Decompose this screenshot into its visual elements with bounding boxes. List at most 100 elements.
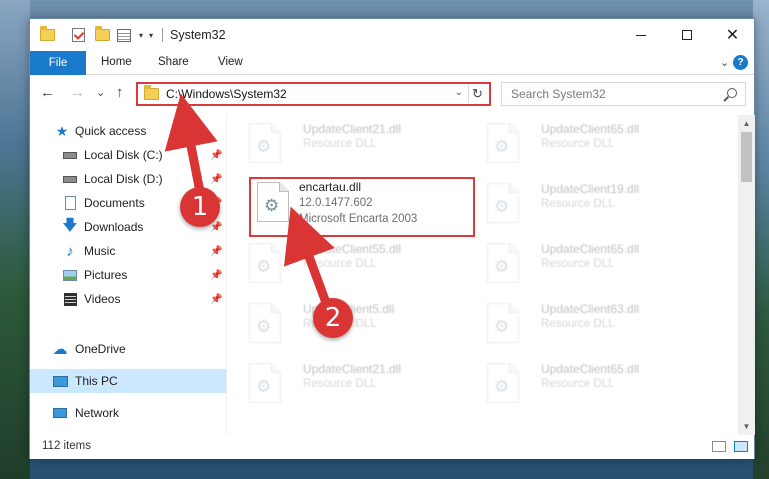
tiles-view-icon[interactable] xyxy=(734,441,748,452)
sidebar-item-label: Videos xyxy=(84,292,121,306)
sidebar-item-videos[interactable]: Videos 📌 xyxy=(30,287,226,311)
sidebar-item-label: Network xyxy=(75,406,120,420)
sidebar-item-pictures[interactable]: Pictures 📌 xyxy=(30,263,226,287)
file-tile-encartau-dll[interactable]: ⚙ encartau.dll 12.0.1477.602 Microsoft E… xyxy=(249,177,475,237)
navigation-pane: ★ Quick access Local Disk (C:) 📌 Local D… xyxy=(30,115,226,435)
refresh-button[interactable]: ↻ xyxy=(468,85,486,103)
file-type: Resource DLL xyxy=(303,258,377,270)
sidebar-item-label: Music xyxy=(84,244,116,258)
file-tile[interactable]: ⚙ UpdateClient55.dll Resource DLL xyxy=(231,239,461,295)
file-explorer-window: ▾ ▾ System32 ✕ File Home Share View ⌄ ? … xyxy=(29,18,755,459)
tab-file[interactable]: File xyxy=(30,51,86,75)
videos-icon xyxy=(62,292,78,306)
sidebar-item-label: Quick access xyxy=(75,124,147,138)
file-tile[interactable]: ⚙ UpdateClient65.dll Resource DLL xyxy=(469,119,699,175)
file-tile[interactable]: ⚙ UpdateClient21.dll Resource DLL xyxy=(231,359,461,415)
scroll-down-icon[interactable]: ▼ xyxy=(738,418,755,435)
dll-file-icon: ⚙ xyxy=(487,243,519,283)
tab-home[interactable]: Home xyxy=(101,56,132,68)
documents-icon xyxy=(62,196,78,210)
title-bar: ▾ ▾ System32 ✕ xyxy=(30,19,754,51)
dll-file-icon: ⚙ xyxy=(487,303,519,343)
cloud-icon: ☁ xyxy=(52,341,68,358)
search-box[interactable]: Search System32 xyxy=(501,82,746,106)
properties-icon[interactable] xyxy=(116,27,132,43)
file-tile[interactable]: ⚙ UpdateClient63.dll Resource DLL xyxy=(469,299,699,355)
file-type: Resource DLL xyxy=(541,138,615,150)
tab-view[interactable]: View xyxy=(218,56,243,68)
file-name: UpdateClient19.dll xyxy=(541,182,640,196)
sidebar-item-music[interactable]: ♪ Music 📌 xyxy=(30,239,226,263)
customize-toolbar-icon[interactable]: ▾ xyxy=(143,27,159,43)
details-view-icon[interactable] xyxy=(712,441,726,452)
file-name: UpdateClient55.dll xyxy=(303,242,402,256)
download-icon: 🡇 xyxy=(62,216,78,234)
file-type: Resource DLL xyxy=(541,318,615,330)
search-icon[interactable] xyxy=(727,88,737,98)
dll-file-icon: ⚙ xyxy=(249,243,281,283)
step-1-callout: 1 xyxy=(180,187,220,227)
up-button[interactable]: ↑ xyxy=(116,84,124,101)
sidebar-item-label: Pictures xyxy=(84,268,128,282)
dll-file-icon: ⚙ xyxy=(249,123,281,163)
file-version: 12.0.1477.602 xyxy=(299,197,373,209)
sidebar-item-local-disk-c[interactable]: Local Disk (C:) 📌 xyxy=(30,143,226,167)
tab-share[interactable]: Share xyxy=(158,56,189,68)
address-bar[interactable]: C:\Windows\System32 ⌄ ↻ xyxy=(136,82,491,106)
file-tile[interactable]: ⚙ UpdateClient65.dll Resource DLL xyxy=(469,239,699,295)
sidebar-item-label: Documents xyxy=(84,196,145,210)
star-icon: ★ xyxy=(55,122,69,139)
dll-file-icon: ⚙ xyxy=(257,182,289,222)
close-button[interactable]: ✕ xyxy=(710,19,755,51)
address-dropdown-icon[interactable]: ⌄ xyxy=(455,87,463,98)
vertical-scrollbar[interactable]: ▲ ▼ xyxy=(738,115,755,435)
pin-icon: 📌 xyxy=(210,269,223,281)
forward-button[interactable]: → xyxy=(70,84,85,101)
minimize-button[interactable] xyxy=(618,19,663,51)
search-input[interactable]: Search System32 xyxy=(511,87,606,101)
file-name: UpdateClient21.dll xyxy=(303,362,402,376)
desktop-wallpaper-left xyxy=(0,0,30,479)
file-tile[interactable]: ⚙ UpdateClient21.dll Resource DLL xyxy=(231,119,461,175)
file-tile[interactable]: ⚙ UpdateClient65.dll Resource DLL xyxy=(469,359,699,415)
navigation-bar: ← → ⌄ ↑ C:\Windows\System32 ⌄ ↻ Search S… xyxy=(30,76,754,112)
scroll-up-icon[interactable]: ▲ xyxy=(738,115,755,132)
sidebar-item-network[interactable]: Network xyxy=(30,401,226,425)
file-type: Resource DLL xyxy=(303,138,377,150)
sidebar-item-onedrive[interactable]: ☁ OneDrive xyxy=(30,337,226,361)
computer-icon xyxy=(52,374,68,388)
sidebar-item-quick-access[interactable]: ★ Quick access xyxy=(30,119,226,143)
sidebar-item-label: This PC xyxy=(75,374,118,388)
expand-ribbon-icon[interactable]: ⌄ xyxy=(720,56,729,69)
status-bar: 112 items xyxy=(30,435,754,459)
ribbon-tabs: File Home Share View ⌄ ? xyxy=(30,51,754,75)
file-tile[interactable]: ⚙ UpdateClient19.dll Resource DLL xyxy=(469,179,699,235)
sidebar-item-label: OneDrive xyxy=(75,342,126,356)
maximize-button[interactable] xyxy=(664,19,709,51)
sidebar-item-this-pc[interactable]: This PC xyxy=(30,369,226,393)
music-icon: ♪ xyxy=(66,242,74,260)
recent-locations-button[interactable]: ⌄ xyxy=(96,86,105,99)
properties-check-icon[interactable] xyxy=(70,27,86,43)
file-name: UpdateClient65.dll xyxy=(541,362,640,376)
file-name: UpdateClient63.dll xyxy=(541,302,640,316)
folder-icon xyxy=(144,85,159,100)
folder-icon xyxy=(39,26,55,43)
drive-icon xyxy=(62,172,78,186)
pictures-icon xyxy=(62,268,78,282)
file-type: Resource DLL xyxy=(303,378,377,390)
back-button[interactable]: ← xyxy=(40,84,55,101)
dll-file-icon: ⚙ xyxy=(487,183,519,223)
desktop-wallpaper-right xyxy=(753,0,769,479)
scroll-thumb[interactable] xyxy=(741,132,752,182)
new-folder-icon[interactable] xyxy=(94,26,110,43)
address-path[interactable]: C:\Windows\System32 xyxy=(166,87,287,101)
pin-icon: 📌 xyxy=(210,149,223,161)
pin-icon: 📌 xyxy=(210,173,223,185)
help-icon[interactable]: ? xyxy=(733,55,748,70)
file-type: Resource DLL xyxy=(541,198,615,210)
sidebar-item-label: Local Disk (D:) xyxy=(84,172,163,186)
item-count: 112 items xyxy=(42,440,92,452)
file-type: Resource DLL xyxy=(541,258,615,270)
file-name: UpdateClient65.dll xyxy=(541,122,640,136)
